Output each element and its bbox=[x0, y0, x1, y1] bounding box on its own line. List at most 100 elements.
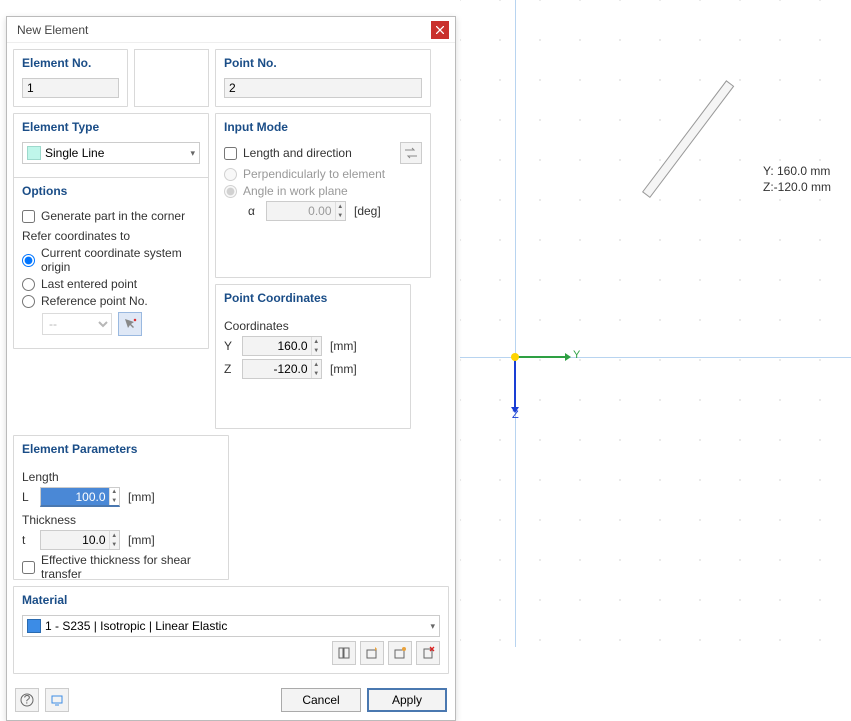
new-element-dialog: New Element Element No. Point No. Elemen… bbox=[6, 16, 456, 721]
grid-line-v bbox=[515, 0, 516, 647]
material-value: 1 - S235 | Isotropic | Linear Elastic bbox=[45, 619, 227, 633]
element-type-header: Element Type bbox=[14, 114, 208, 138]
close-button[interactable] bbox=[431, 21, 449, 39]
spinner-down-icon[interactable]: ▼ bbox=[312, 369, 321, 378]
z-input[interactable] bbox=[243, 360, 311, 378]
material-library-button[interactable] bbox=[332, 641, 356, 665]
material-header: Material bbox=[14, 587, 448, 611]
viewport-3d[interactable]: Y Z Y: 160.0 mm Z:-120.0 mm bbox=[460, 0, 851, 647]
y-spinner[interactable]: ▲▼ bbox=[242, 336, 322, 356]
y-coord-row: Y ▲▼ [mm] bbox=[224, 336, 402, 356]
reverse-icon bbox=[404, 147, 418, 159]
length-row: L ▲▼ [mm] bbox=[22, 487, 220, 507]
refer-reference-point-radio[interactable]: Reference point No. bbox=[22, 294, 200, 308]
length-direction-checkbox[interactable]: Length and direction bbox=[224, 146, 400, 160]
readout-z: Z:-120.0 mm bbox=[763, 179, 831, 195]
dialog-footer: ? Cancel Apply bbox=[7, 680, 455, 720]
help-icon: ? bbox=[20, 693, 34, 707]
spinner-up-icon: ▲ bbox=[336, 202, 345, 211]
refer-last-point-label: Last entered point bbox=[41, 277, 137, 291]
y-axis-arrow bbox=[515, 356, 565, 358]
refer-coords-header: Refer coordinates to bbox=[22, 229, 200, 243]
length-direction-label: Length and direction bbox=[243, 146, 352, 160]
effective-thickness-checkbox[interactable]: Effective thickness for shear transfer bbox=[22, 553, 220, 581]
t-label: t bbox=[22, 533, 34, 547]
new-material-button[interactable] bbox=[360, 641, 384, 665]
folder-icon bbox=[393, 646, 407, 660]
thickness-subheader: Thickness bbox=[22, 513, 220, 527]
point-no-panel: Point No. bbox=[215, 49, 431, 107]
title-bar[interactable]: New Element bbox=[7, 17, 455, 43]
spinner-down-icon[interactable]: ▼ bbox=[110, 497, 119, 506]
generate-part-checkbox[interactable]: Generate part in the corner bbox=[22, 209, 200, 223]
delete-material-button[interactable] bbox=[416, 641, 440, 665]
z-spinner[interactable]: ▲▼ bbox=[242, 359, 322, 379]
generate-part-label: Generate part in the corner bbox=[41, 209, 185, 223]
edit-material-button[interactable] bbox=[388, 641, 412, 665]
chevron-down-icon: ▾ bbox=[190, 148, 195, 159]
length-subheader: Length bbox=[22, 470, 220, 484]
alpha-spinner: ▲▼ bbox=[266, 201, 346, 221]
angle-radio: Angle in work plane bbox=[224, 184, 422, 198]
z-unit: [mm] bbox=[330, 362, 357, 376]
perpendicular-radio: Perpendicularly to element bbox=[224, 167, 422, 181]
axis-origin bbox=[511, 353, 519, 361]
y-label: Y bbox=[224, 339, 236, 353]
element-preview bbox=[650, 188, 762, 308]
spinner-down-icon[interactable]: ▼ bbox=[312, 346, 321, 355]
refer-current-origin-radio[interactable]: Current coordinate system origin bbox=[22, 246, 200, 274]
new-icon bbox=[365, 646, 379, 660]
cancel-button[interactable]: Cancel bbox=[281, 688, 361, 712]
element-type-value: Single Line bbox=[45, 146, 104, 160]
point-no-input[interactable] bbox=[224, 78, 422, 98]
alpha-input bbox=[267, 202, 335, 220]
cursor-icon bbox=[123, 317, 137, 331]
effective-thickness-label: Effective thickness for shear transfer bbox=[41, 553, 220, 581]
options-header: Options bbox=[14, 178, 208, 202]
element-type-select[interactable]: Single Line ▾ bbox=[22, 142, 200, 164]
element-parameters-panel: Element Parameters Length L ▲▼ [mm] Thic… bbox=[13, 435, 229, 580]
spinner-up-icon[interactable]: ▲ bbox=[110, 488, 119, 497]
refer-reference-point-label: Reference point No. bbox=[41, 294, 148, 308]
dialog-title: New Element bbox=[17, 23, 431, 37]
input-mode-header: Input Mode bbox=[216, 114, 430, 138]
input-mode-panel: Input Mode Length and direction Perpendi… bbox=[215, 113, 431, 278]
point-no-header: Point No. bbox=[216, 50, 430, 74]
y-axis-label: Y bbox=[573, 349, 580, 361]
y-input[interactable] bbox=[243, 337, 311, 355]
element-no-panel: Element No. bbox=[13, 49, 128, 107]
refer-last-point-radio[interactable]: Last entered point bbox=[22, 277, 200, 291]
delete-icon bbox=[421, 646, 435, 660]
refer-current-origin-label: Current coordinate system origin bbox=[41, 246, 200, 274]
spinner-down-icon[interactable]: ▼ bbox=[110, 540, 119, 549]
alpha-row: α ▲▼ [deg] bbox=[224, 201, 422, 221]
thickness-spinner[interactable]: ▲▼ bbox=[40, 530, 120, 550]
apply-button[interactable]: Apply bbox=[367, 688, 447, 712]
length-input[interactable] bbox=[41, 488, 109, 505]
reference-point-select: -- bbox=[42, 313, 112, 335]
spinner-up-icon[interactable]: ▲ bbox=[110, 531, 119, 540]
element-type-swatch bbox=[27, 146, 41, 160]
readout-y: Y: 160.0 mm bbox=[763, 163, 831, 179]
length-spinner[interactable]: ▲▼ bbox=[40, 487, 120, 507]
material-select[interactable]: 1 - S235 | Isotropic | Linear Elastic ▾ bbox=[22, 615, 440, 637]
spinner-up-icon[interactable]: ▲ bbox=[312, 360, 321, 369]
monitor-icon bbox=[50, 693, 64, 707]
element-no-input[interactable] bbox=[22, 78, 119, 98]
l-unit: [mm] bbox=[128, 490, 155, 504]
thickness-input[interactable] bbox=[41, 531, 109, 549]
t-unit: [mm] bbox=[128, 533, 155, 547]
point-coords-header: Point Coordinates bbox=[216, 285, 410, 309]
flip-direction-button[interactable] bbox=[400, 142, 422, 164]
settings-button[interactable] bbox=[45, 688, 69, 712]
book-icon bbox=[337, 646, 351, 660]
svg-text:?: ? bbox=[24, 693, 31, 707]
spinner-up-icon[interactable]: ▲ bbox=[312, 337, 321, 346]
close-icon bbox=[436, 26, 444, 34]
help-button[interactable]: ? bbox=[15, 688, 39, 712]
z-axis-label: Z bbox=[512, 409, 519, 421]
pick-point-button[interactable] bbox=[118, 312, 142, 336]
spinner-down-icon: ▼ bbox=[336, 211, 345, 220]
options-panel: Options Generate part in the corner Refe… bbox=[13, 177, 209, 349]
spacer-panel bbox=[134, 49, 209, 107]
